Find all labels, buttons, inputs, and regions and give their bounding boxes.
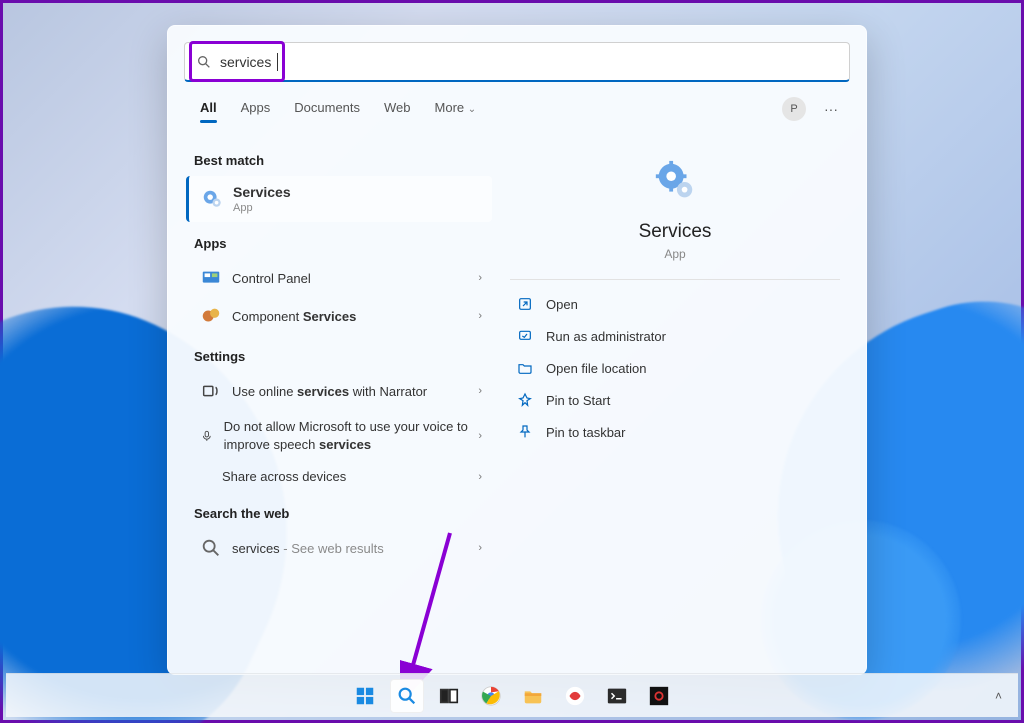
open-icon	[516, 296, 534, 312]
chevron-right-icon: ›	[478, 542, 482, 554]
chevron-down-icon: ⌄	[468, 104, 476, 115]
tab-apps[interactable]: Apps	[229, 92, 283, 125]
overflow-menu-button[interactable]: ···	[816, 97, 846, 121]
section-settings: Settings	[194, 349, 492, 364]
taskbar-terminal-button[interactable]	[600, 679, 634, 713]
divider	[510, 279, 840, 280]
taskbar-taskview-button[interactable]	[432, 679, 466, 713]
taskbar-chrome-button[interactable]	[474, 679, 508, 713]
best-match-subtitle: App	[233, 202, 291, 214]
action-open[interactable]: Open	[506, 288, 844, 320]
taskbar-app-dark-button[interactable]	[642, 679, 676, 713]
detail-app-icon	[506, 159, 844, 205]
result-component-services[interactable]: Component Services ›	[190, 297, 492, 335]
narrator-icon	[200, 380, 222, 402]
search-input[interactable]: services	[218, 54, 271, 70]
result-label: Share across devices	[222, 469, 346, 484]
searchbar[interactable]: services	[184, 42, 850, 82]
detail-title: Services	[506, 221, 844, 243]
action-label: Pin to taskbar	[546, 425, 626, 440]
action-pin-start[interactable]: Pin to Start	[506, 384, 844, 416]
action-label: Open file location	[546, 361, 646, 376]
result-share-devices[interactable]: Share across devices ›	[190, 461, 492, 492]
annotation-highlight-box: services	[189, 41, 285, 82]
detail-subtitle: App	[506, 247, 844, 261]
microphone-icon	[200, 429, 214, 443]
result-narrator[interactable]: Use online services with Narrator ›	[190, 372, 492, 410]
searchbar-wrap: services	[168, 26, 866, 90]
action-label: Open	[546, 297, 578, 312]
section-best-match: Best match	[194, 153, 492, 168]
search-icon	[200, 537, 222, 559]
taskbar-app-red-button[interactable]	[558, 679, 592, 713]
action-label: Run as administrator	[546, 329, 666, 344]
chevron-right-icon: ›	[478, 272, 482, 284]
taskbar-start-button[interactable]	[348, 679, 382, 713]
text-cursor	[277, 53, 278, 71]
result-label: Use online services with Narrator	[232, 384, 427, 399]
control-panel-icon	[200, 267, 222, 289]
result-web[interactable]: services - See web results ›	[190, 529, 492, 567]
result-control-panel[interactable]: Control Panel ›	[190, 259, 492, 297]
result-label: Do not allow Microsoft to use your voice…	[224, 418, 469, 453]
results-area: Best match Services App Apps Control Pan…	[168, 125, 866, 674]
tab-all[interactable]: All	[188, 92, 229, 125]
section-apps: Apps	[194, 236, 492, 251]
tab-more-label: More	[435, 100, 465, 115]
action-open-file-location[interactable]: Open file location	[506, 352, 844, 384]
chevron-right-icon: ›	[478, 471, 482, 483]
results-list: Best match Services App Apps Control Pan…	[176, 133, 496, 658]
user-avatar[interactable]: P	[782, 97, 806, 121]
detail-pane: Services App Open Run as administrator O…	[496, 133, 858, 658]
search-panel: services All Apps Documents Web More ⌄ P…	[167, 25, 867, 675]
section-search-web: Search the web	[194, 506, 492, 521]
tab-documents[interactable]: Documents	[282, 92, 372, 125]
action-label: Pin to Start	[546, 393, 610, 408]
result-voice[interactable]: Do not allow Microsoft to use your voice…	[190, 410, 492, 461]
tray-overflow-caret[interactable]: ˄	[995, 689, 1002, 703]
taskbar: ˄	[6, 673, 1018, 717]
result-label: services - See web results	[232, 541, 384, 556]
shield-icon	[516, 328, 534, 344]
best-match-title: Services	[233, 184, 291, 200]
result-label: Control Panel	[232, 271, 311, 286]
chevron-right-icon: ›	[478, 430, 482, 442]
pin-icon	[516, 424, 534, 440]
action-run-admin[interactable]: Run as administrator	[506, 320, 844, 352]
search-icon	[196, 54, 212, 70]
services-gear-icon	[201, 188, 223, 210]
taskbar-explorer-button[interactable]	[516, 679, 550, 713]
folder-icon	[516, 360, 534, 376]
pin-icon	[516, 392, 534, 408]
best-match-result[interactable]: Services App	[186, 176, 492, 222]
filter-tabs: All Apps Documents Web More ⌄ P ···	[168, 90, 866, 125]
action-pin-taskbar[interactable]: Pin to taskbar	[506, 416, 844, 448]
chevron-right-icon: ›	[478, 310, 482, 322]
chevron-right-icon: ›	[478, 385, 482, 397]
component-services-icon	[200, 305, 222, 327]
result-label: Component Services	[232, 309, 356, 324]
tab-more[interactable]: More ⌄	[423, 92, 489, 125]
tab-web[interactable]: Web	[372, 92, 423, 125]
taskbar-search-button[interactable]	[390, 679, 424, 713]
